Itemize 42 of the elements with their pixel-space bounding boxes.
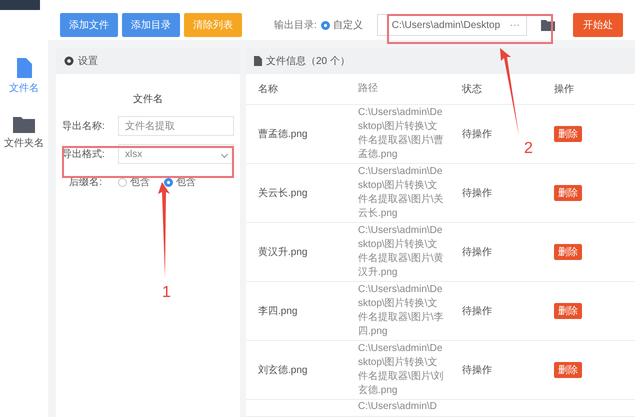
panel-title: 设置 <box>78 54 98 68</box>
delete-button[interactable]: 删除 <box>554 362 582 378</box>
table-cell: 黄汉升.png <box>258 247 308 258</box>
table-cell: C:\Users\admin\Desktop\图片转换\文件名提取器\图片\李四.png <box>358 284 444 337</box>
column-header: 操作 <box>553 83 575 96</box>
table-cell: 关云长.png <box>258 188 308 199</box>
table-cell: 待操作 <box>462 129 492 140</box>
column-header: 状态 <box>461 82 483 96</box>
output-path-field[interactable]: C:\Users\admin\Desktop ··· <box>376 14 527 36</box>
table-cell: C:\Users\admin\D <box>358 401 437 412</box>
export-format-dropdown[interactable]: xlsx <box>118 144 234 164</box>
custom-radio[interactable]: 自定义 <box>320 18 363 32</box>
sidebar-item[interactable]: 文件夹名 <box>4 115 44 150</box>
table-cell: C:\Users\admin\Desktop\图片转换\文件名提取器\图片\黄汉升.png <box>358 225 444 278</box>
column-header: 名称 <box>258 83 279 96</box>
delete-button[interactable]: 删除 <box>554 244 582 260</box>
section-title: 文件名 <box>132 92 164 104</box>
delete-button[interactable]: 删除 <box>554 185 582 201</box>
annotation-number: 1 <box>162 284 171 302</box>
table-cell: 曹孟德.png <box>258 129 308 140</box>
toolbar-button[interactable]: 清除列表 <box>184 13 242 37</box>
sidebar-item[interactable]: 文件名 <box>9 58 39 95</box>
table-cell: 待操作 <box>462 306 492 317</box>
annotation-number: 2 <box>524 140 533 158</box>
export-name-field[interactable]: 文件名提取 <box>118 116 234 136</box>
table-cell: C:\Users\admin\Desktop\图片转换\文件名提取器\图片\关云长.png <box>358 166 444 219</box>
toolbar-button[interactable]: 添加目录 <box>122 13 180 37</box>
start-button[interactable]: 开始处 <box>572 13 623 37</box>
table-cell: 待操作 <box>462 188 492 199</box>
column-header: 路径 <box>358 82 379 96</box>
table-cell: 刘玄德.png <box>258 365 308 376</box>
table-cell: 待操作 <box>462 365 492 376</box>
table-cell: 李四.png <box>258 306 298 317</box>
table-cell: C:\Users\admin\Desktop\图片转换\文件名提取器\图片\曹孟德.png <box>358 107 444 160</box>
output-label: 输出目录: <box>274 18 317 32</box>
delete-button[interactable]: 删除 <box>554 303 582 319</box>
table-cell: C:\Users\admin\Desktop\图片转换\文件名提取器\图片\刘玄德.png <box>358 343 444 396</box>
table-cell: 待操作 <box>462 247 492 258</box>
panel-title: 文件信息（20 个） <box>266 54 350 68</box>
field-label: 导出名称: <box>62 120 106 133</box>
delete-button[interactable]: 删除 <box>554 126 582 142</box>
toolbar-button[interactable]: 添加文件 <box>60 13 118 37</box>
